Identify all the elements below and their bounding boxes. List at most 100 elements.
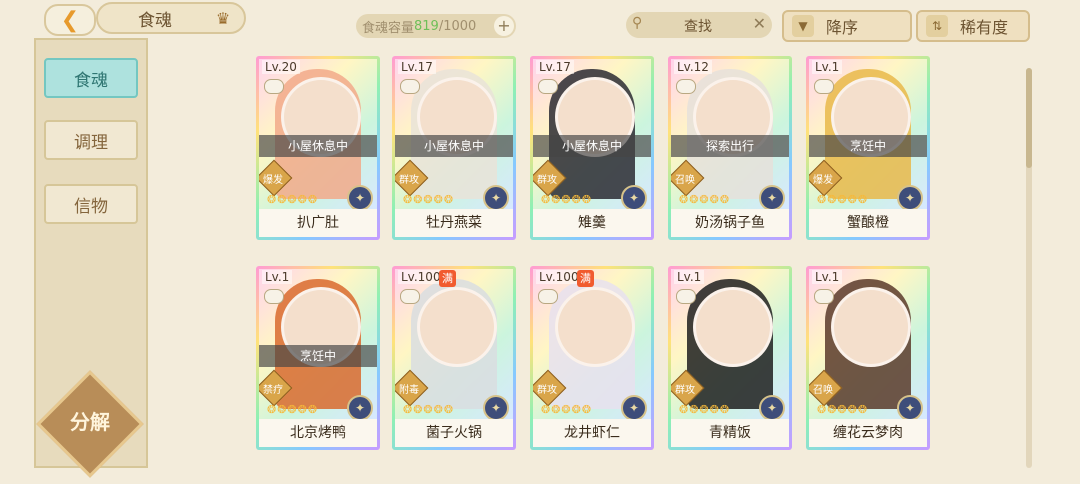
food-soul-card[interactable]: Lv.12 探索出行召唤 ❂❂❂❂❂ ✦ 奶汤锅子鱼 bbox=[668, 56, 792, 240]
star-rating: ❂❂❂❂❂ bbox=[267, 403, 319, 416]
sort-order-label: 降序 bbox=[826, 18, 859, 37]
star-rating: ❂❂❂❂❂ bbox=[541, 403, 593, 416]
type-label: 禁疗 bbox=[263, 385, 283, 396]
element-icon: ✦ bbox=[483, 185, 509, 211]
chat-bubble-icon bbox=[400, 289, 420, 304]
max-badge: 满 bbox=[439, 270, 456, 287]
level-label: Lv.1 bbox=[812, 270, 843, 284]
status-label: 烹饪中 bbox=[809, 135, 927, 157]
level-label: Lv.1 bbox=[262, 270, 293, 284]
star-rating: ❂❂❂❂❂ bbox=[541, 193, 593, 206]
star-rating: ❂❂❂❂❂ bbox=[403, 193, 455, 206]
star-rating: ❂❂❂❂❂ bbox=[817, 193, 869, 206]
chat-bubble-icon bbox=[264, 289, 284, 304]
search-input[interactable]: 查找 bbox=[684, 16, 712, 36]
food-soul-card[interactable]: Lv.20 小屋休息中爆发 ❂❂❂❂❂ ✦ 扒广肚 bbox=[256, 56, 380, 240]
level-label: Lv.1 bbox=[674, 270, 705, 284]
type-label: 召唤 bbox=[675, 175, 695, 186]
sidebar-item-token[interactable]: 信物 bbox=[44, 184, 138, 224]
food-soul-card[interactable]: Lv.1 烹饪中爆发 ❂❂❂❂❂ ✦ 蟹酿橙 bbox=[806, 56, 930, 240]
chat-bubble-icon bbox=[676, 289, 696, 304]
element-icon: ✦ bbox=[621, 395, 647, 421]
character-portrait bbox=[555, 287, 635, 367]
level-label: Lv.12 bbox=[674, 60, 712, 74]
sidebar-item-food-soul[interactable]: 食魂 bbox=[44, 58, 138, 98]
element-icon: ✦ bbox=[759, 185, 785, 211]
food-soul-card[interactable]: Lv.100 满群攻 ❂❂❂❂❂ ✦ 龙井虾仁 bbox=[530, 266, 654, 450]
character-portrait bbox=[831, 287, 911, 367]
type-label: 召唤 bbox=[813, 385, 833, 396]
crown-icon[interactable]: ♛ bbox=[212, 9, 234, 28]
food-soul-card[interactable]: Lv.17 小屋休息中 群攻 ❂❂❂❂❂ ✦ 雉羹 bbox=[530, 56, 654, 240]
status-label: 小屋休息中 bbox=[259, 135, 377, 157]
type-label: 群攻 bbox=[537, 385, 557, 396]
food-soul-name: 扒广肚 bbox=[259, 209, 377, 237]
chat-bubble-icon bbox=[676, 79, 696, 94]
food-soul-name: 奶汤锅子鱼 bbox=[671, 209, 789, 237]
capacity-label: 食魂容量 bbox=[362, 20, 415, 36]
element-icon: ✦ bbox=[897, 185, 923, 211]
food-soul-name: 菌子火锅 bbox=[395, 419, 513, 447]
type-label: 附毒 bbox=[399, 385, 419, 396]
add-capacity-button[interactable]: + bbox=[494, 16, 514, 36]
chat-bubble-icon bbox=[538, 79, 558, 94]
level-label: Lv.20 bbox=[262, 60, 300, 74]
star-rating: ❂❂❂❂❂ bbox=[679, 193, 731, 206]
type-label: 爆发 bbox=[813, 175, 833, 186]
star-rating: ❂❂❂❂❂ bbox=[679, 403, 731, 416]
star-rating: ❂❂❂❂❂ bbox=[817, 403, 869, 416]
capacity-total: /1000 bbox=[438, 18, 477, 34]
chat-bubble-icon bbox=[814, 79, 834, 94]
sidebar-item-label: 信物 bbox=[74, 196, 108, 217]
back-button[interactable]: ❮ bbox=[44, 4, 96, 36]
sort-toggle-icon: ⇅ bbox=[926, 15, 948, 37]
level-label: Lv.17 bbox=[398, 60, 436, 74]
type-label: 群攻 bbox=[399, 175, 419, 186]
level-label: Lv.1 bbox=[812, 60, 843, 74]
element-icon: ✦ bbox=[759, 395, 785, 421]
food-soul-name: 青精饭 bbox=[671, 419, 789, 447]
level-label: Lv.17 bbox=[536, 60, 574, 74]
element-icon: ✦ bbox=[483, 395, 509, 421]
search-box[interactable]: ⚲ 查找 ✕ bbox=[626, 12, 772, 38]
food-soul-card[interactable]: Lv.1 烹饪中 禁疗 ❂❂❂❂❂ ✦ 北京烤鸭 bbox=[256, 266, 380, 450]
chat-bubble-icon bbox=[400, 79, 420, 94]
star-rating: ❂❂❂❂❂ bbox=[267, 193, 319, 206]
chevron-left-icon: ❮ bbox=[60, 7, 80, 33]
status-label: 探索出行 bbox=[671, 135, 789, 157]
food-soul-card[interactable]: Lv.1 群攻 ❂❂❂❂❂ ✦ 青精饭 bbox=[668, 266, 792, 450]
food-soul-card[interactable]: Lv.1 召唤 ❂❂❂❂❂ ✦ 缠花云梦肉 bbox=[806, 266, 930, 450]
element-icon: ✦ bbox=[347, 395, 373, 421]
scrollbar-thumb[interactable] bbox=[1026, 68, 1032, 168]
star-rating: ❂❂❂❂❂ bbox=[403, 403, 455, 416]
sort-by-label: 稀有度 bbox=[960, 18, 1009, 37]
sort-by-button[interactable]: ⇅ 稀有度 bbox=[916, 10, 1030, 42]
arrow-down-icon: ▼ bbox=[792, 15, 814, 37]
food-soul-card[interactable]: Lv.100 满附毒 ❂❂❂❂❂ ✦ 菌子火锅 bbox=[392, 266, 516, 450]
food-soul-name: 蟹酿橙 bbox=[809, 209, 927, 237]
sort-order-button[interactable]: ▼ 降序 bbox=[782, 10, 912, 42]
type-label: 群攻 bbox=[675, 385, 695, 396]
level-label: Lv.100 bbox=[536, 270, 582, 284]
scrollbar[interactable] bbox=[1026, 68, 1032, 468]
food-soul-name: 缠花云梦肉 bbox=[809, 419, 927, 447]
sidebar-item-conditioning[interactable]: 调理 bbox=[44, 120, 138, 160]
character-portrait bbox=[693, 287, 773, 367]
food-soul-card[interactable]: Lv.17 小屋休息中 群攻 ❂❂❂❂❂ ✦ 牡丹燕菜 bbox=[392, 56, 516, 240]
food-soul-name: 牡丹燕菜 bbox=[395, 209, 513, 237]
type-label: 爆发 bbox=[263, 175, 283, 186]
clear-icon[interactable]: ✕ bbox=[753, 14, 766, 33]
search-icon: ⚲ bbox=[632, 15, 643, 31]
capacity-display: 食魂容量 819 /1000 + bbox=[356, 14, 516, 38]
character-portrait bbox=[417, 287, 497, 367]
capacity-current: 819 bbox=[414, 18, 439, 34]
decompose-label[interactable]: 分解 bbox=[52, 406, 128, 435]
sidebar-item-label: 调理 bbox=[74, 132, 108, 153]
element-icon: ✦ bbox=[621, 185, 647, 211]
top-bar: ❮ 食魂 ♛ 食魂容量 819 /1000 + ⚲ 查找 ✕ ▼ 降序 ⇅ 稀有… bbox=[0, 0, 1080, 42]
chat-bubble-icon bbox=[538, 289, 558, 304]
element-icon: ✦ bbox=[347, 185, 373, 211]
chat-bubble-icon bbox=[264, 79, 284, 94]
max-badge: 满 bbox=[577, 270, 594, 287]
chat-bubble-icon bbox=[814, 289, 834, 304]
